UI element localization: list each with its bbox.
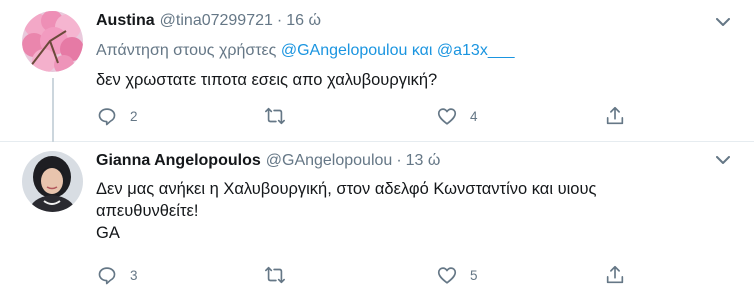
like-icon	[437, 267, 457, 284]
timestamp[interactable]: 16 ώ	[286, 12, 321, 30]
tweet-text: Δεν μας ανήκει η Χαλυβουργική, στον αδελ…	[96, 178, 716, 244]
tweet-gianna-angelopoulos[interactable]: Gianna Angelopoulos @GAngelopoulou · 13 …	[0, 142, 754, 301]
reply-count: 3	[130, 267, 138, 283]
reply-joiner[interactable]: και	[407, 42, 437, 59]
like-count: 5	[470, 267, 478, 283]
like-button[interactable]: 4	[436, 104, 478, 128]
tweet-text-line: Δεν μας ανήκει η Χαλυβουργική, στον αδελ…	[96, 180, 597, 198]
display-name[interactable]: Gianna Angelopoulos	[96, 152, 261, 170]
user-handle[interactable]: @GAngelopoulou	[266, 152, 393, 170]
retweet-button[interactable]	[264, 263, 298, 287]
reply-count: 2	[130, 108, 138, 124]
user-handle[interactable]: @tina07299721	[160, 12, 273, 30]
retweet-icon	[265, 107, 285, 125]
avatar-gianna-angelopoulos[interactable]	[22, 151, 83, 212]
more-menu-button[interactable]	[711, 10, 735, 34]
retweet-icon	[265, 266, 285, 284]
thread-line	[52, 78, 54, 142]
tweet-header: Gianna Angelopoulos @GAngelopoulou · 13 …	[96, 152, 440, 174]
reply-prefix: Απάντηση στους χρήστες	[96, 42, 281, 59]
chevron-down-icon	[716, 155, 730, 164]
mention-link[interactable]: @GAngelopoulou	[281, 42, 408, 59]
replying-to: Απάντηση στους χρήστες @GAngelopoulou κα…	[96, 42, 515, 60]
display-name[interactable]: Austina	[96, 12, 155, 30]
tweet-header: Austina @tina07299721 · 16 ώ	[96, 12, 321, 34]
reply-button[interactable]: 3	[96, 263, 138, 287]
tweet-actions: 3 5	[96, 263, 656, 287]
share-button[interactable]	[604, 104, 626, 128]
chevron-down-icon	[716, 17, 730, 26]
tweet-austina[interactable]: Austina @tina07299721 · 16 ώ Απάντηση στ…	[0, 0, 754, 142]
separator-dot: ·	[396, 152, 402, 169]
retweet-button[interactable]	[264, 104, 298, 128]
separator-dot: ·	[276, 12, 283, 29]
avatar-austina[interactable]	[22, 11, 83, 72]
reply-icon	[98, 267, 116, 285]
like-button[interactable]: 5	[436, 263, 478, 287]
tweet-text-line: απευθυνθείτε!	[96, 202, 199, 220]
share-icon	[606, 265, 624, 284]
more-menu-button[interactable]	[711, 148, 735, 172]
tweet-text: δεν χρωστατε τιποτα εσεις απο χαλυβουργι…	[96, 71, 438, 89]
timestamp[interactable]: 13 ώ	[406, 152, 441, 170]
share-button[interactable]	[604, 263, 626, 287]
tweet-actions: 2 4	[96, 104, 656, 128]
reply-icon	[98, 108, 116, 126]
share-icon	[606, 106, 624, 125]
tweet-text-line: GA	[96, 224, 120, 242]
mention-link[interactable]: @a13x___	[437, 42, 515, 59]
like-count: 4	[470, 108, 478, 124]
like-icon	[437, 108, 457, 125]
reply-button[interactable]: 2	[96, 104, 138, 128]
